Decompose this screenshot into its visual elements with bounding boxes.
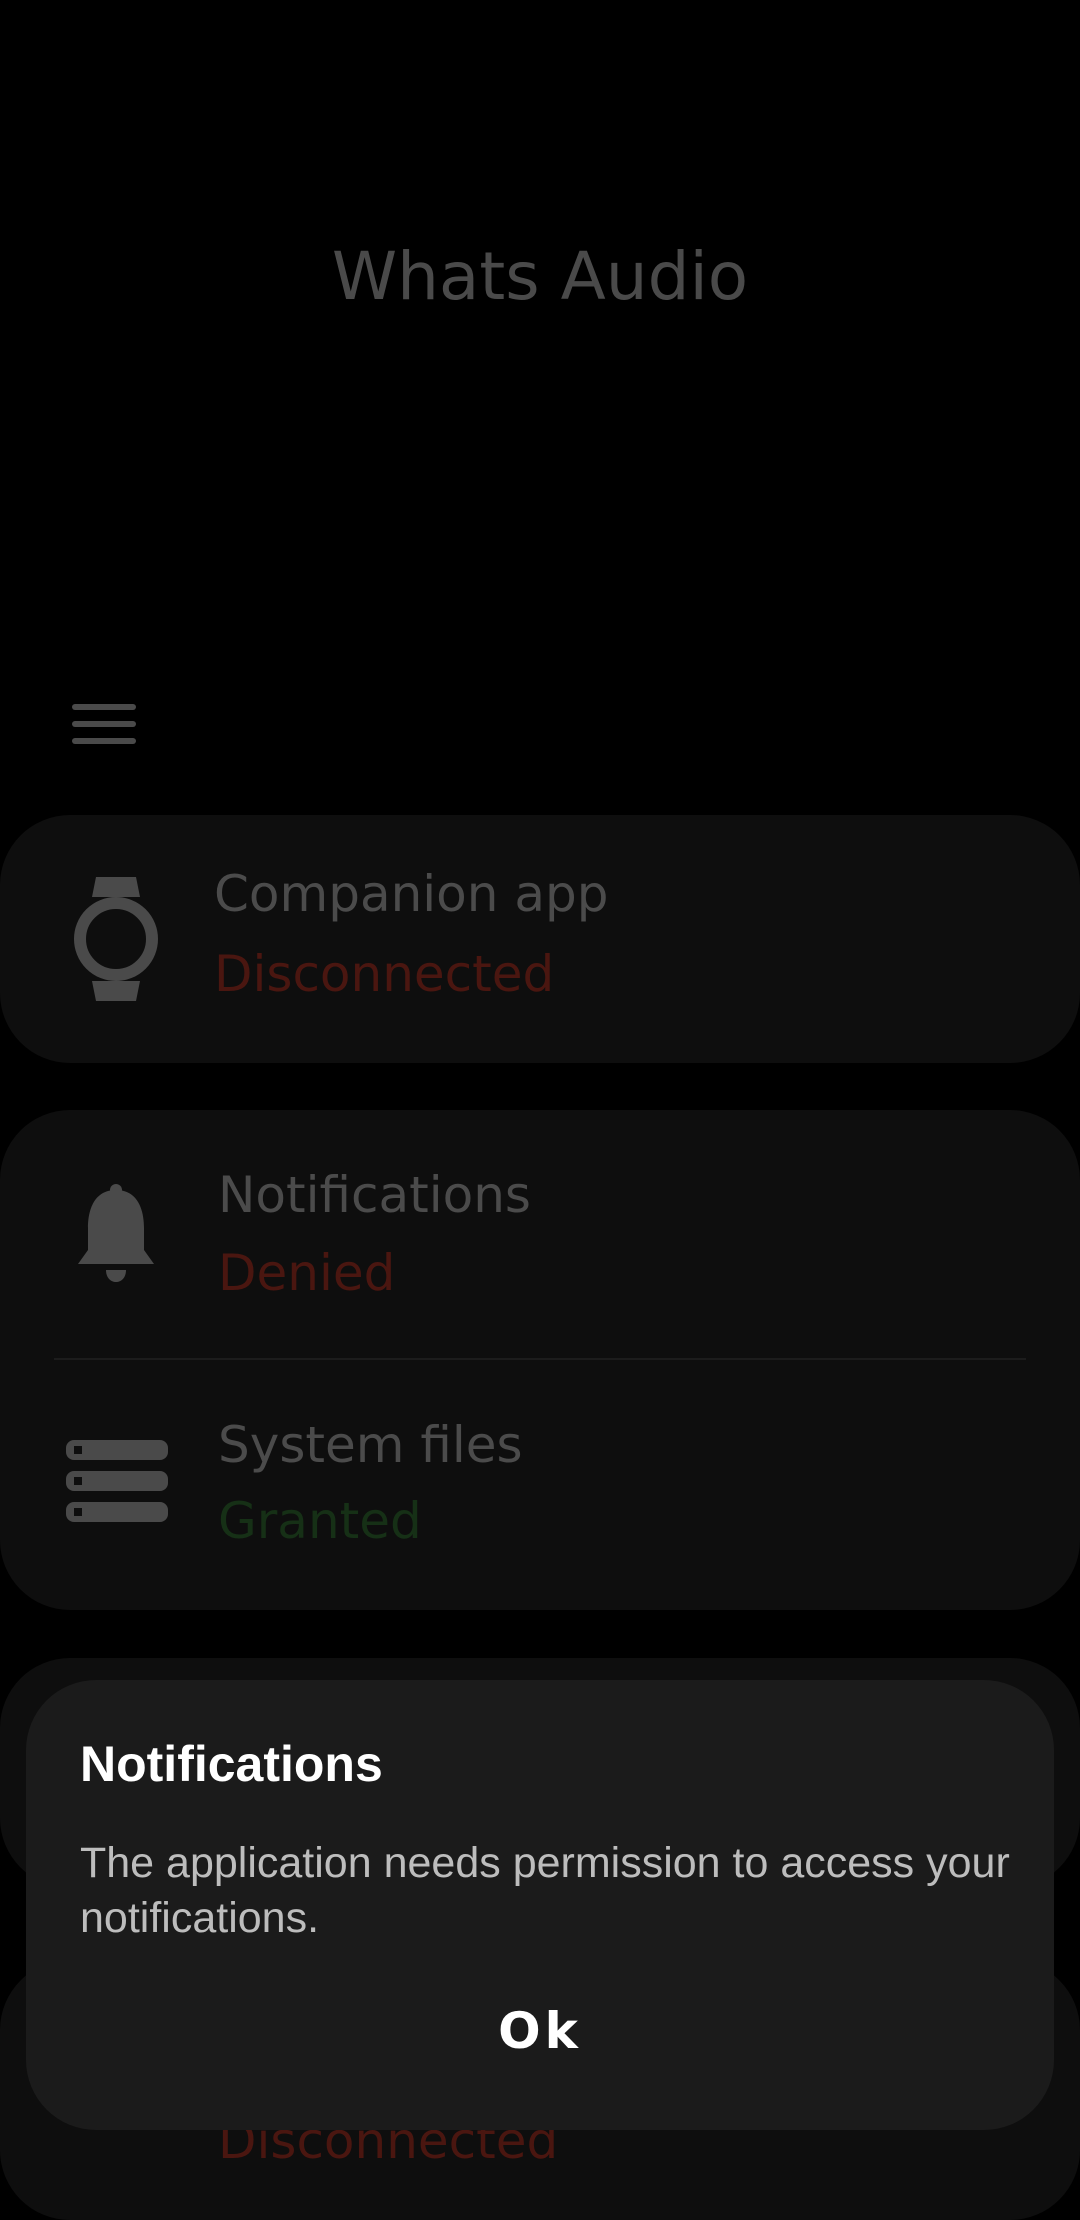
companion-app-title: Companion app — [214, 865, 609, 923]
permission-row-system-files[interactable]: System files Granted — [0, 1360, 1080, 1610]
companion-app-status: Disconnected — [214, 945, 555, 1003]
permissions-card: Notifications Denied System files Grante… — [0, 1110, 1080, 1610]
system-files-status: Granted — [218, 1492, 422, 1550]
system-files-title: System files — [218, 1416, 523, 1474]
hamburger-menu-icon[interactable] — [72, 700, 138, 748]
companion-app-card[interactable]: Companion app Disconnected — [0, 815, 1080, 1063]
dialog-title: Notifications — [80, 1736, 383, 1792]
smartwatch-icon — [74, 877, 158, 1005]
storage-icon — [66, 1440, 168, 1526]
notifications-title: Notifications — [218, 1166, 531, 1224]
ok-button[interactable]: Ok — [26, 2002, 1054, 2060]
dialog-message: The application needs permission to acce… — [80, 1839, 1010, 1942]
app-title: Whats Audio — [331, 238, 749, 315]
notifications-status: Denied — [218, 1244, 396, 1302]
notifications-dialog: Notifications The application needs perm… — [26, 1680, 1054, 2130]
permission-row-notifications[interactable]: Notifications Denied — [0, 1110, 1080, 1355]
bell-icon — [78, 1184, 154, 1288]
